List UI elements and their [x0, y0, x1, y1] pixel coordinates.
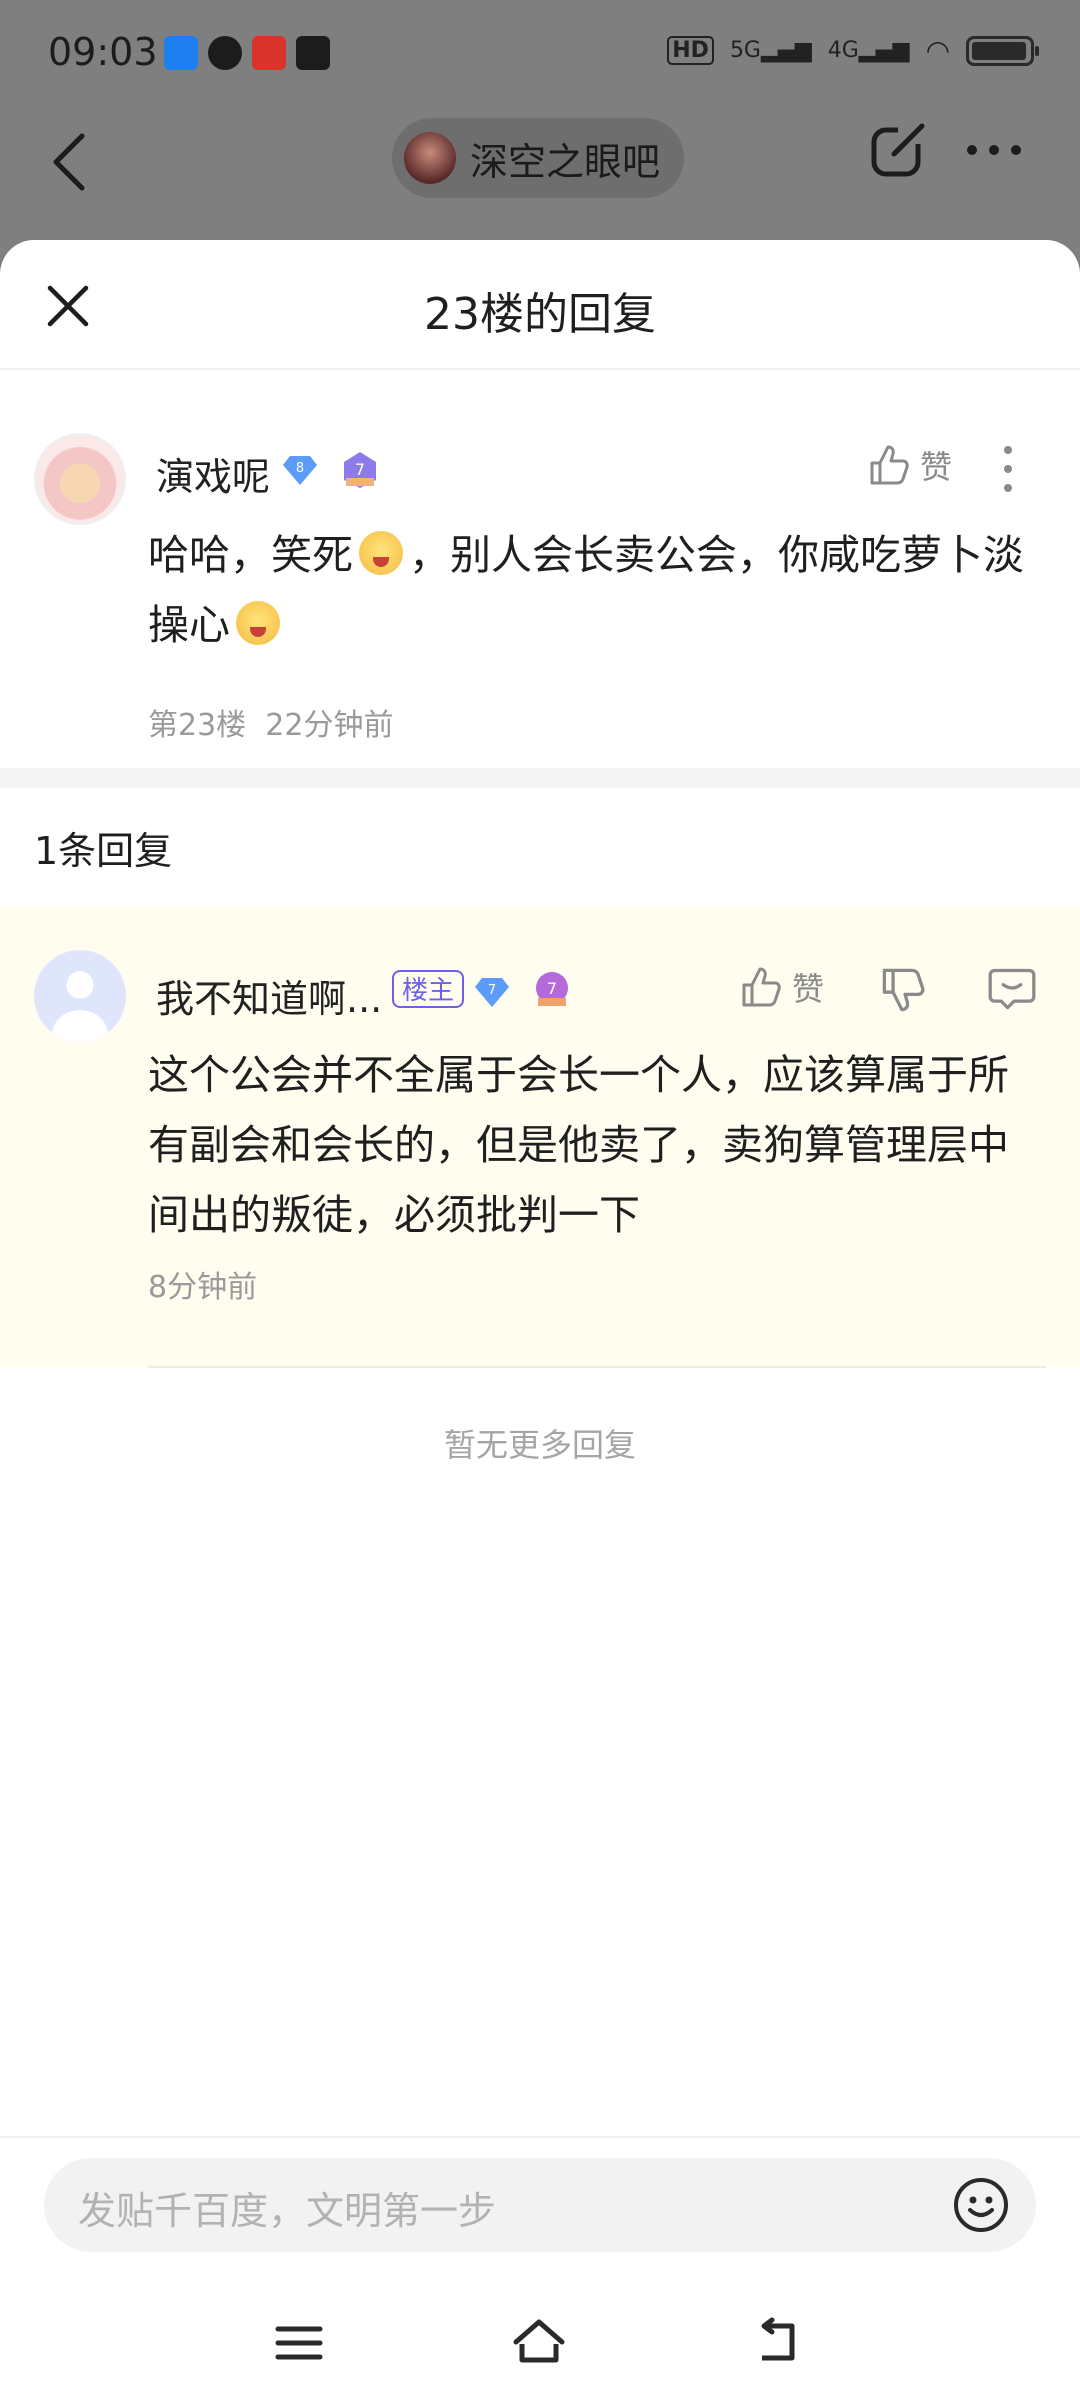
- section-divider: [0, 768, 1080, 788]
- vertical-more-icon[interactable]: [1000, 444, 1016, 494]
- reply-username[interactable]: 我不知道啊...: [156, 968, 382, 1023]
- forum-level-badge-icon: 7: [536, 972, 568, 1006]
- app-notification-icon: [164, 36, 198, 70]
- post-text-part1: 哈哈，笑死: [148, 531, 353, 579]
- laughing-emoji-icon: [359, 531, 403, 575]
- svg-text:7: 7: [547, 979, 557, 998]
- like-button[interactable]: 赞: [868, 442, 952, 488]
- thumbs-up-icon: [742, 967, 781, 1007]
- post-username[interactable]: 演戏呢: [156, 446, 270, 501]
- sheet-header: 23楼的回复: [0, 240, 1080, 370]
- status-time: 09:03: [48, 30, 158, 74]
- diamond-level-icon: 8: [283, 456, 317, 485]
- status-indicators: HD 5G▂▄▆ 4G▂▄▆ ◠: [667, 34, 1039, 67]
- post-time: 22分钟前: [265, 708, 394, 743]
- wifi-icon: ◠: [925, 34, 950, 67]
- top-nav: 深空之眼吧: [0, 108, 1080, 248]
- menu-icon[interactable]: [272, 2316, 326, 2370]
- forum-level-badge-icon: 7: [344, 452, 376, 488]
- no-more-replies: 暂无更多回复: [443, 1426, 636, 1464]
- forum-name: 深空之眼吧: [470, 139, 661, 184]
- like-button[interactable]: 赞: [740, 964, 824, 1010]
- hd-indicator: HD: [667, 36, 714, 65]
- thumbs-up-icon: [870, 445, 909, 485]
- post-content: 哈哈，笑死 ，别人会长卖公会，你咸吃萝卜淡操心: [148, 520, 1048, 660]
- svg-text:7: 7: [488, 983, 496, 998]
- comment-icon[interactable]: [988, 964, 1036, 1012]
- forum-avatar: [404, 132, 456, 184]
- 4g-signal-icon: 4G▂▄▆: [827, 38, 910, 63]
- like-label: 赞: [920, 448, 953, 486]
- svg-text:7: 7: [355, 460, 365, 479]
- reply-content: 这个公会并不全属于会长一个人，应该算属于所有副会和会长的，但是他卖了，卖狗算管理…: [148, 1051, 1009, 1239]
- 5g-signal-icon: 5G▂▄▆: [729, 38, 812, 63]
- battery-icon: [966, 35, 1039, 66]
- reply-item: 我不知道啊... 楼主 7 7 赞 这个公会并不全属于会长一个人，应该算属于所有…: [0, 906, 1080, 1366]
- system-navigation-bar: [0, 2290, 1080, 2400]
- share-icon[interactable]: [868, 120, 928, 180]
- svg-text:8: 8: [296, 461, 304, 476]
- news-notification-icon: [252, 36, 286, 70]
- reply-sheet: 23楼的回复 演戏呢 8 7 赞 哈哈，笑死 ，别人会长卖公会，你咸吃萝卜淡操心 …: [0, 240, 1080, 2400]
- avatar[interactable]: [34, 433, 126, 525]
- message-notification-icon: [208, 36, 242, 70]
- floor-post: 演戏呢 8 7 赞 哈哈，笑死 ，别人会长卖公会，你咸吃萝卜淡操心 第23楼 22…: [0, 370, 1080, 770]
- reply-input[interactable]: 发贴千百度，文明第一步: [44, 2158, 1036, 2252]
- post-floor: 第23楼: [148, 708, 247, 743]
- bottom-divider: [0, 2136, 1080, 2138]
- sheet-title: 23楼的回复: [424, 289, 656, 340]
- return-icon[interactable]: [752, 2316, 806, 2370]
- diamond-level-icon: 7: [475, 978, 509, 1007]
- reply-time: 8分钟前: [148, 1270, 258, 1305]
- forum-pill[interactable]: 深空之眼吧: [392, 118, 685, 198]
- owner-tag: 楼主: [392, 970, 465, 1008]
- post-meta: 第23楼 22分钟前: [148, 700, 393, 744]
- reply-divider: [148, 1366, 1046, 1368]
- reply-input-placeholder: 发贴千百度，文明第一步: [78, 2189, 497, 2233]
- emoji-picker-icon[interactable]: [952, 2176, 1010, 2234]
- gallery-notification-icon: [296, 36, 330, 70]
- laughing-emoji-icon: [236, 601, 280, 645]
- home-icon[interactable]: [512, 2316, 566, 2370]
- reply-count: 1条回复: [34, 829, 173, 873]
- more-options-icon[interactable]: [964, 138, 1024, 162]
- back-arrow-icon[interactable]: [48, 130, 92, 194]
- avatar[interactable]: [34, 950, 126, 1042]
- like-label: 赞: [792, 970, 825, 1008]
- status-bar: 09:03 HD 5G▂▄▆ 4G▂▄▆ ◠: [0, 0, 1080, 108]
- thumbs-down-icon[interactable]: [880, 966, 928, 1014]
